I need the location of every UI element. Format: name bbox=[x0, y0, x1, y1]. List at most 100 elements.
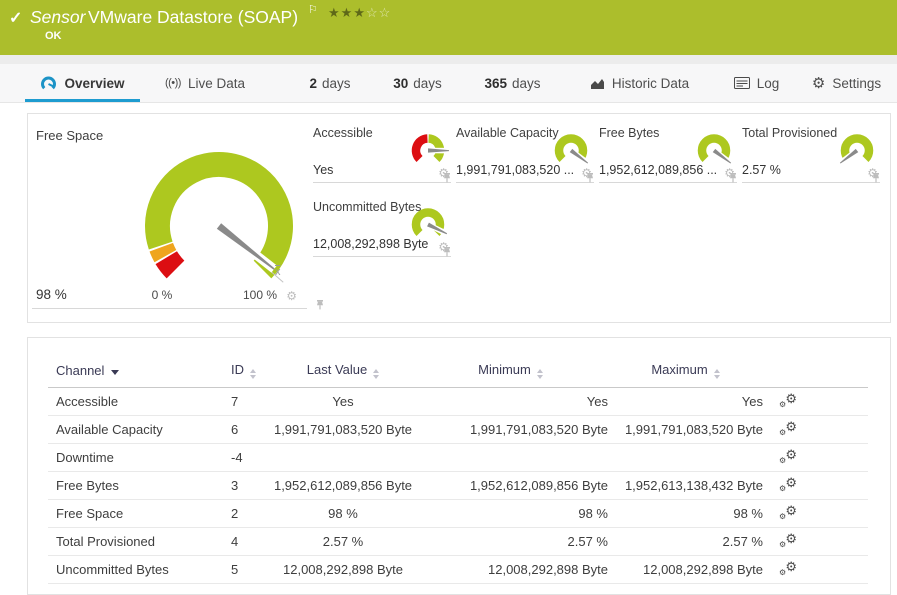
tab-label: days bbox=[413, 76, 442, 91]
tab-label: days bbox=[512, 76, 541, 91]
table-row: Downtime-4⚙⚙ bbox=[48, 444, 868, 472]
channel-settings-gear-icon[interactable]: ⚙⚙ bbox=[779, 477, 797, 492]
channel-settings-gear-icon[interactable]: ⚙⚙ bbox=[779, 393, 797, 408]
star-empty-icon[interactable]: ☆ bbox=[379, 5, 392, 20]
star-empty-icon[interactable]: ☆ bbox=[366, 5, 379, 20]
table-header-row: Channel ID Last Value MinimumMaximum bbox=[48, 356, 868, 388]
gauge-max-label: 100 % bbox=[228, 288, 292, 302]
last-value-cell: 1,952,612,089,856 Byte bbox=[273, 472, 413, 500]
live-icon: ((•)) bbox=[165, 77, 181, 89]
historic-icon bbox=[590, 77, 605, 90]
gauge-settings-gear-icon[interactable]: ⚙ bbox=[286, 290, 297, 302]
column-header-last-value[interactable]: Last Value bbox=[273, 356, 413, 388]
accessible-label: Accessible bbox=[313, 126, 373, 140]
filler-cell bbox=[813, 416, 868, 444]
total-provisioned-label: Total Provisioned bbox=[742, 126, 837, 140]
gauge-icon bbox=[40, 76, 57, 91]
column-header-minimum[interactable]: Minimum bbox=[413, 356, 608, 388]
minimum-cell: 1,991,791,083,520 Byte bbox=[413, 416, 608, 444]
tile-available-capacity[interactable]: Available Capacity1,991,791,083,520 ...⚙ bbox=[456, 122, 594, 183]
minimum-cell: 12,008,292,898 Byte bbox=[413, 556, 608, 584]
tile-free-bytes[interactable]: Free Bytes1,952,612,089,856 ...⚙ bbox=[599, 122, 737, 183]
maximum-cell: 12,008,292,898 Byte bbox=[608, 556, 763, 584]
pin-icon[interactable] bbox=[872, 173, 880, 183]
maximum-cell bbox=[608, 444, 763, 472]
pin-icon[interactable] bbox=[586, 173, 594, 183]
total-provisioned-value: 2.57 % bbox=[742, 163, 781, 177]
tab-number: 365 bbox=[484, 76, 507, 91]
star-filled-icon[interactable]: ★ bbox=[353, 5, 366, 20]
tab-label: Historic Data bbox=[612, 76, 689, 91]
channel-settings-gear-icon[interactable]: ⚙⚙ bbox=[779, 533, 797, 548]
column-header-maximum[interactable]: Maximum bbox=[608, 356, 763, 388]
table-row: Total Provisioned42.57 %2.57 %2.57 %⚙⚙ bbox=[48, 528, 868, 556]
channel-actions-cell: ⚙⚙ bbox=[763, 444, 813, 472]
id-cell: 2 bbox=[223, 500, 273, 528]
tab-days-2[interactable]: 2days bbox=[295, 64, 365, 102]
tab-bar: Overview((•))Live Data2days30days365days… bbox=[0, 64, 897, 103]
maximum-cell: 1,991,791,083,520 Byte bbox=[608, 416, 763, 444]
ok-check-icon: ✓ bbox=[9, 8, 22, 28]
star-filled-icon[interactable]: ★ bbox=[341, 5, 354, 20]
tab-log[interactable]: Log bbox=[724, 64, 789, 102]
pin-icon[interactable] bbox=[729, 173, 737, 183]
channel-settings-gear-icon[interactable]: ⚙⚙ bbox=[779, 561, 797, 576]
maximum-cell: 2.57 % bbox=[608, 528, 763, 556]
tab-days-30[interactable]: 30days bbox=[380, 64, 455, 102]
channel-settings-gear-icon[interactable]: ⚙⚙ bbox=[779, 449, 797, 464]
star-filled-icon[interactable]: ★ bbox=[328, 5, 341, 20]
pin-icon[interactable] bbox=[443, 173, 451, 183]
flag-icon[interactable]: ⚐ bbox=[308, 3, 318, 16]
tile-total-provisioned[interactable]: Total Provisioned2.57 %⚙ bbox=[742, 122, 880, 183]
channel-cell: Available Capacity bbox=[48, 416, 223, 444]
tab-live-data[interactable]: ((•))Live Data bbox=[150, 64, 260, 102]
column-header-actions bbox=[763, 356, 813, 388]
tab-number: 2 bbox=[309, 76, 317, 91]
table-row: Free Bytes31,952,612,089,856 Byte1,952,6… bbox=[48, 472, 868, 500]
last-value-cell: 98 % bbox=[273, 500, 413, 528]
channel-settings-gear-icon[interactable]: ⚙⚙ bbox=[779, 421, 797, 436]
tile-accessible[interactable]: AccessibleYes⚙ bbox=[313, 122, 451, 183]
column-header-channel[interactable]: Channel bbox=[48, 356, 223, 388]
tab-label: Log bbox=[757, 76, 780, 91]
free-bytes-label: Free Bytes bbox=[599, 126, 659, 140]
sort-icons bbox=[714, 369, 720, 379]
table-row: Available Capacity61,991,791,083,520 Byt… bbox=[48, 416, 868, 444]
id-cell: 3 bbox=[223, 472, 273, 500]
filler-cell bbox=[813, 444, 868, 472]
channel-settings-gear-icon[interactable]: ⚙⚙ bbox=[779, 505, 797, 520]
gauge-min-label: 0 % bbox=[132, 288, 192, 302]
sort-desc-icon bbox=[111, 370, 119, 375]
sort-icons bbox=[373, 369, 379, 379]
channel-actions-cell: ⚙⚙ bbox=[763, 528, 813, 556]
last-value-cell: 2.57 % bbox=[273, 528, 413, 556]
channel-cell: Downtime bbox=[48, 444, 223, 472]
filler-cell bbox=[813, 472, 868, 500]
priority-stars[interactable]: ★★★☆☆ bbox=[328, 5, 391, 21]
tab-days-365[interactable]: 365 days bbox=[470, 64, 555, 102]
channels-table-panel: ChannelIDLast ValueMinimumMaximum Access… bbox=[27, 337, 891, 595]
last-value-cell bbox=[273, 444, 413, 472]
channels-table: ChannelIDLast ValueMinimumMaximum Access… bbox=[48, 356, 868, 584]
pin-icon[interactable] bbox=[316, 300, 324, 310]
id-cell: 4 bbox=[223, 528, 273, 556]
column-header-label: Channel bbox=[56, 363, 104, 378]
tile-actions: ⚙ bbox=[438, 241, 449, 253]
tab-settings[interactable]: ⚙Settings bbox=[804, 64, 889, 102]
sensor-title: VMware Datastore (SOAP) bbox=[88, 7, 298, 28]
log-icon bbox=[734, 77, 750, 89]
mean-marker: x bbox=[275, 266, 281, 278]
channel-cell: Total Provisioned bbox=[48, 528, 223, 556]
pin-icon[interactable] bbox=[443, 247, 451, 257]
column-header-label: Last Value bbox=[307, 362, 367, 377]
id-cell: 5 bbox=[223, 556, 273, 584]
column-header-id[interactable]: ID bbox=[223, 356, 273, 388]
tab-label: Overview bbox=[64, 76, 124, 91]
free-space-tile[interactable]: Free Space 0 % 100 % 98 % x ⚙ bbox=[32, 118, 307, 309]
tab-historic-data[interactable]: Historic Data bbox=[577, 64, 702, 102]
tile-actions: ⚙ bbox=[286, 290, 297, 302]
minimum-cell: 98 % bbox=[413, 500, 608, 528]
tab-overview[interactable]: Overview bbox=[25, 64, 140, 102]
tile-uncommitted-bytes[interactable]: Uncommitted Bytes12,008,292,898 Byte⚙ bbox=[313, 196, 451, 257]
channel-cell: Free Space bbox=[48, 500, 223, 528]
